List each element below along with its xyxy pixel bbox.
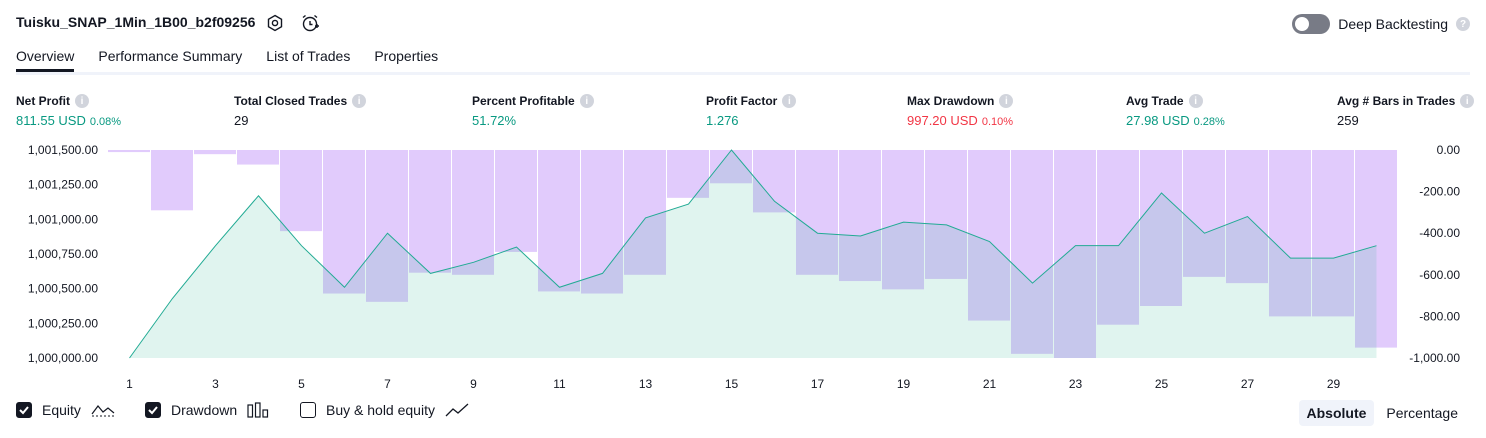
buy-hold-checkbox[interactable] [300, 402, 316, 418]
x-tick-label: 29 [1327, 377, 1341, 391]
x-tick-label: 25 [1155, 377, 1169, 391]
y-left-tick-label: 1,000,000.00 [28, 351, 98, 365]
tab-divider [16, 72, 1470, 75]
drawdown-label: Drawdown [171, 402, 238, 418]
x-tick-label: 7 [384, 377, 391, 391]
info-icon[interactable]: i [782, 94, 797, 108]
equity-checkbox[interactable] [16, 402, 32, 418]
drawdown-bar [538, 150, 580, 292]
drawdown-bar [194, 150, 236, 155]
buy-hold-label: Buy & hold equity [326, 402, 435, 418]
equity-toggle[interactable]: Equity [16, 402, 115, 418]
y-right-tick-label: -800.00 [1419, 309, 1460, 323]
info-icon[interactable]: i [75, 94, 89, 108]
metric-percent: 0.08% [89, 116, 122, 128]
x-tick-label: 19 [897, 377, 911, 391]
x-tick-label: 21 [983, 377, 997, 391]
y-left-tick-label: 1,001,000.00 [28, 212, 98, 226]
drawdown-bars-icon [247, 402, 269, 418]
tab-list-of-trades[interactable]: List of Trades [266, 48, 350, 72]
metric-value: 1.276 [706, 113, 739, 128]
metric-value: 29 [234, 113, 249, 128]
drawdown-bar [280, 150, 322, 232]
x-tick-label: 17 [811, 377, 825, 391]
y-left-tick-label: 1,000,500.00 [28, 282, 98, 296]
metric-value: 51.72% [472, 113, 517, 128]
drawdown-bar [495, 150, 537, 252]
display-mode-switch: Absolute Percentage [1298, 400, 1467, 426]
x-tick-label: 15 [725, 377, 739, 391]
y-left-tick-label: 1,001,500.00 [28, 143, 98, 157]
x-tick-label: 23 [1069, 377, 1083, 391]
y-right-tick-label: -200.00 [1419, 185, 1460, 199]
y-left-tick-label: 1,000,750.00 [28, 247, 98, 261]
metric-net-profit: Net Profit i 811.55 USD 0.08% [16, 94, 121, 128]
alarm-clock-icon-graphic [302, 14, 319, 32]
drawdown-toggle[interactable]: Drawdown [145, 402, 269, 418]
info-icon[interactable]: i [352, 94, 367, 108]
metric-value: 259 [1337, 113, 1359, 128]
buy-hold-toggle[interactable]: Buy & hold equity [300, 402, 469, 418]
info-icon[interactable]: i [1188, 94, 1203, 108]
x-tick-label: 11 [553, 377, 566, 391]
tab-bar: Overview Performance Summary List of Tra… [16, 48, 438, 72]
drawdown-bar [237, 150, 279, 165]
metric-percent-profitable: Percent Profitable i 51.72% [472, 94, 594, 128]
deep-backtesting-label: Deep Backtesting [1338, 16, 1448, 32]
metric-label: Percent Profitable [472, 94, 575, 108]
drawdown-bar [452, 150, 494, 275]
settings-icon-graphic [267, 14, 283, 32]
metric-percent: 0.28% [1193, 116, 1225, 128]
metric-label: Total Closed Trades [234, 94, 348, 108]
equity-label: Equity [42, 402, 81, 418]
metric-value: 27.98 USD [1126, 113, 1190, 128]
equity-line-icon [91, 405, 115, 417]
x-tick-label: 5 [298, 377, 305, 391]
metric-max-drawdown: Max Drawdown i 997.20 USD 0.10% [907, 94, 1014, 128]
metric-total-closed-trades: Total Closed Trades i 29 [234, 94, 367, 128]
metric-avg-trade: Avg Trade i 27.98 USD 0.28% [1126, 94, 1225, 128]
percentage-button[interactable]: Percentage [1378, 400, 1466, 426]
deep-backtesting-control: Deep Backtesting ? [1292, 14, 1470, 34]
drawdown-bar [108, 150, 150, 153]
metric-avg-bars: Avg # Bars in Trades i 259 [1337, 94, 1475, 128]
drawdown-bar [409, 150, 451, 273]
info-icon[interactable]: i [999, 94, 1014, 108]
equity-drawdown-chart[interactable]: 1,001,500.00 1,001,250.00 1,001,000.00 1,00… [0, 140, 1486, 395]
drawdown-checkbox[interactable] [145, 402, 161, 418]
y-right-tick-label: 0.00 [1437, 143, 1461, 157]
metric-label: Profit Factor [706, 94, 778, 108]
x-tick-label: 3 [212, 377, 219, 391]
metric-label: Max Drawdown [907, 94, 995, 108]
strategy-title: Tuisku_SNAP_1Min_1B00_b2f09256 [16, 14, 256, 30]
metric-label: Avg # Bars in Trades [1337, 94, 1456, 108]
tab-properties[interactable]: Properties [374, 48, 438, 72]
info-icon[interactable]: i [1460, 94, 1475, 108]
y-left-tick-label: 1,001,250.00 [28, 178, 98, 192]
x-tick-label: 9 [470, 377, 477, 391]
metric-value: 811.55 USD [16, 113, 86, 128]
x-tick-label: 27 [1241, 377, 1255, 391]
y-right-tick-label: -400.00 [1419, 226, 1460, 240]
tab-overview[interactable]: Overview [16, 48, 75, 72]
settings-icon[interactable] [264, 12, 286, 34]
help-icon[interactable]: ? [1456, 17, 1470, 31]
deep-backtesting-toggle[interactable] [1292, 14, 1331, 34]
x-tick-label: 13 [639, 377, 653, 391]
tab-performance-summary[interactable]: Performance Summary [98, 48, 242, 72]
x-tick-label: 1 [126, 377, 133, 391]
metric-percent: 0.10% [981, 116, 1014, 128]
absolute-button[interactable]: Absolute [1298, 400, 1375, 426]
metric-value: 997.20 USD [907, 113, 978, 128]
alarm-clock-icon[interactable] [299, 12, 321, 34]
y-right-tick-label: -1,000.00 [1409, 351, 1460, 365]
metric-label: Net Profit [16, 94, 70, 108]
y-left-tick-label: 1,000,250.00 [28, 316, 98, 330]
metric-profit-factor: Profit Factor i 1.276 [706, 94, 797, 128]
metric-label: Avg Trade [1126, 94, 1184, 108]
drawdown-bar [151, 150, 193, 211]
info-icon[interactable]: i [579, 94, 594, 108]
y-right-tick-label: -600.00 [1419, 268, 1460, 282]
buy-hold-line-icon [445, 403, 469, 417]
